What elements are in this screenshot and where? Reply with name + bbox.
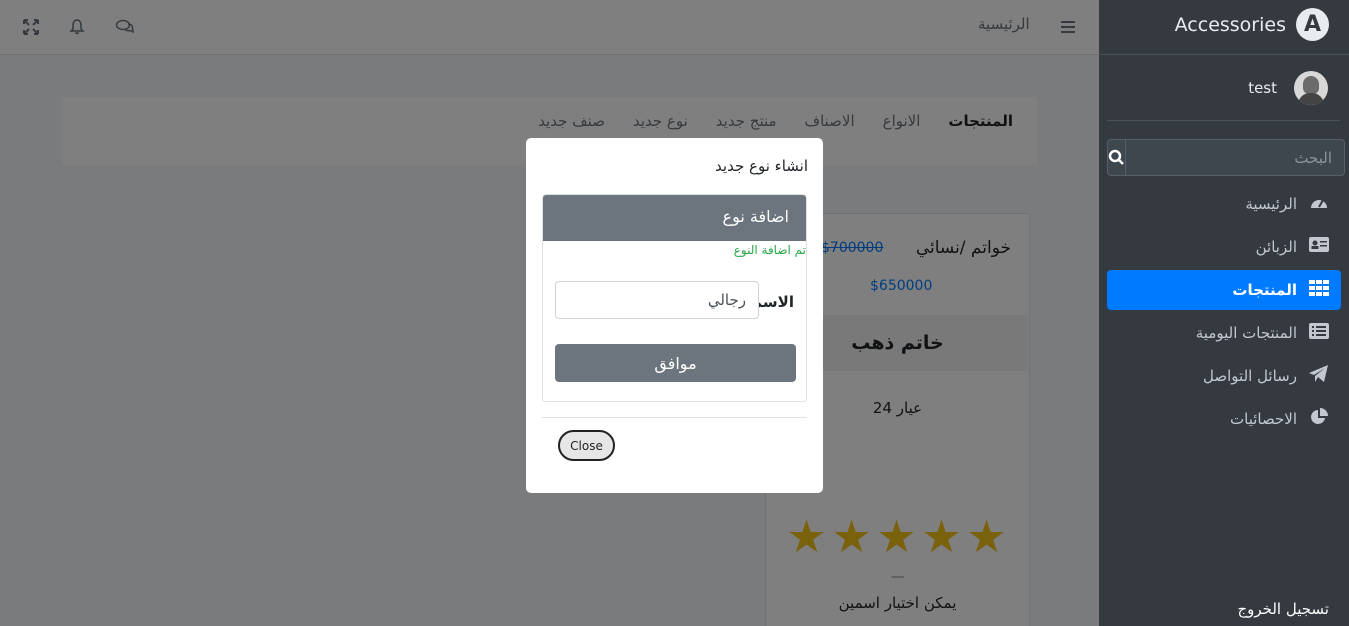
- search-icon: [1108, 149, 1124, 165]
- card-header: اضافة نوع: [543, 195, 806, 241]
- user-panel: test: [1107, 66, 1340, 121]
- success-message: تم اضافة النوع: [733, 243, 806, 257]
- search-button[interactable]: [1107, 139, 1126, 176]
- sidebar-item-messages[interactable]: رسائل التواصل: [1107, 356, 1341, 396]
- sidebar-item-home[interactable]: الرئيسية: [1107, 184, 1341, 224]
- grid-icon: [1307, 279, 1331, 301]
- sidebar-search: [1107, 139, 1345, 176]
- brand-name: Accessories: [1174, 14, 1286, 36]
- sidebar-item-label: رسائل التواصل: [1203, 367, 1297, 385]
- paper-plane-icon: [1307, 364, 1331, 388]
- sidebar-item-label: المنتجات اليومية: [1195, 324, 1297, 342]
- brand[interactable]: A Accessories: [1099, 0, 1349, 55]
- dashboard-icon: [1307, 194, 1331, 215]
- search-input[interactable]: [1126, 139, 1345, 176]
- avatar: [1294, 71, 1328, 105]
- close-button[interactable]: Close: [558, 430, 615, 461]
- create-type-modal: انشاء نوع جديد اضافة نوع تم اضافة النوع …: [526, 138, 823, 493]
- sidebar-item-daily-products[interactable]: المنتجات اليومية: [1107, 313, 1341, 353]
- id-card-icon: [1307, 237, 1331, 257]
- ok-button[interactable]: موافق: [555, 344, 796, 382]
- sidebar-item-customers[interactable]: الزبائن: [1107, 227, 1341, 267]
- sidebar-item-products[interactable]: المنتجات: [1107, 270, 1341, 310]
- modal-divider: [542, 417, 807, 418]
- sidebar-item-statistics[interactable]: الاحصائيات: [1107, 399, 1341, 439]
- logout-link[interactable]: تسجيل الخروج: [1237, 600, 1329, 618]
- user-name[interactable]: test: [1248, 79, 1277, 97]
- sidebar: A Accessories test الرئيسية الزبائن: [1099, 0, 1349, 626]
- brand-logo: A: [1296, 8, 1329, 41]
- sidebar-item-label: المنتجات: [1232, 281, 1297, 299]
- sidebar-item-label: الرئيسية: [1245, 195, 1297, 213]
- sidebar-item-label: الاحصائيات: [1230, 410, 1297, 428]
- pie-chart-icon: [1307, 407, 1331, 431]
- sidebar-menu: الرئيسية الزبائن المنتجات المنتجات اليوم…: [1107, 184, 1341, 442]
- name-input[interactable]: [555, 281, 759, 319]
- list-icon: [1307, 322, 1331, 344]
- modal-title: انشاء نوع جديد: [715, 157, 808, 175]
- sidebar-item-label: الزبائن: [1255, 238, 1297, 256]
- add-type-card: اضافة نوع تم اضافة النوع الاسم موافق: [542, 194, 807, 402]
